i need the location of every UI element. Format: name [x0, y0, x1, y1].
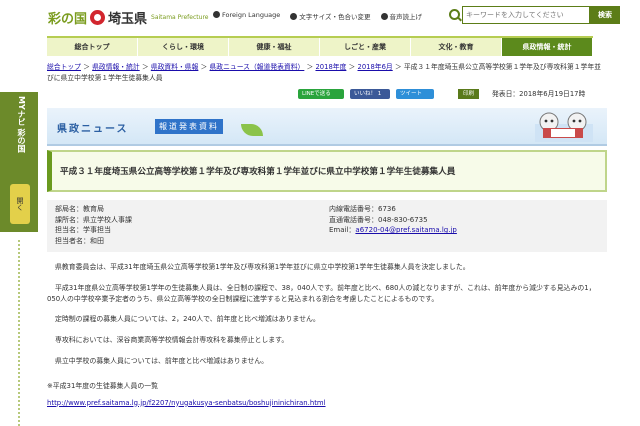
charge: 担当名：学事担当	[55, 226, 111, 234]
paragraph: 定時制の課程の募集人員については、2，240人で、前年度と比べ増減はありません。	[55, 315, 320, 324]
search-box: 検索	[448, 6, 636, 24]
global-nav: 総合トップ くらし・環境 健康・福祉 しごと・産業 文化・教育 県政情報・統計	[47, 36, 593, 56]
breadcrumb: 総合トップ ＞ 県政情報・統計 ＞ 県政資料・県報 ＞ 県政ニュース（報道発表資…	[47, 63, 601, 82]
crumb-top[interactable]: 総合トップ	[47, 63, 81, 71]
leaf-icon	[241, 124, 263, 136]
email-row: Email：a6720-04@pref.saitama.lg.jp	[329, 226, 457, 234]
tweet-button[interactable]: ツイート	[396, 89, 434, 99]
foreign-language-link[interactable]: Foreign Language	[213, 11, 280, 21]
divider	[18, 240, 21, 426]
read-aloud-link[interactable]: 音声読上げ	[380, 11, 422, 21]
mascot-illustration	[535, 112, 593, 142]
site-logo[interactable]: 彩の国 埼玉県 Saitama Prefecture	[48, 8, 208, 27]
paragraph: 平成31年度県公立高等学校第1学年の生徒募集人員は、全日制の課程で、38，040…	[47, 283, 596, 303]
crumb-month[interactable]: 2018年6月	[358, 63, 393, 71]
myNavi-label: MYナビ 彩の国	[17, 96, 26, 153]
publish-date: 発表日：2018年6月19日17時	[492, 90, 586, 98]
nav-culture[interactable]: 文化・教育	[411, 38, 502, 56]
like-button[interactable]: いいね！ 1	[350, 89, 390, 99]
section: 課所名：県立学校人事課	[55, 215, 132, 224]
nav-government[interactable]: 県政情報・統計	[502, 38, 593, 56]
nav-health[interactable]: 健康・福祉	[229, 38, 320, 56]
font-size-color-link[interactable]: 文字サイズ・色合い変更	[290, 11, 371, 21]
article-title-box: 平成３１年度埼玉県公立高等学校第１学年及び専攻科第１学年並びに県立中学校第１学年…	[47, 150, 607, 192]
crumb-year[interactable]: 2018年度	[315, 63, 346, 71]
nav-work[interactable]: しごと・産業	[320, 38, 411, 56]
paragraph: 専攻科においては、深谷商業高等学校情報会計専攻科を募集停止とします。	[55, 336, 289, 345]
text-size-icon	[290, 13, 298, 20]
news-banner: 県政ニュース 報道発表資料	[47, 108, 607, 146]
header-links: Foreign Language 文字サイズ・色合い変更 音声読上げ	[213, 11, 422, 21]
paragraph: 県教育委員会は、平成31年度埼玉県公立高等学校第1学年及び専攻科第1学年並びに県…	[55, 263, 470, 271]
contact-col-right: 内線電話番号：6736 直通電話番号：048-830-6735 Email：a6…	[329, 204, 457, 236]
search-input[interactable]	[462, 6, 590, 24]
person: 担当者名：和田	[55, 236, 104, 245]
contact-col-left: 部局名：教育局 課所名：県立学校人事課 担当名：学事担当 担当者名：和田	[55, 204, 132, 246]
header: 彩の国 埼玉県 Saitama Prefecture Foreign Langu…	[38, 0, 640, 34]
search-button[interactable]: 検索	[590, 6, 620, 24]
contact-info: 部局名：教育局 課所名：県立学校人事課 担当名：学事担当 担当者名：和田 内線電…	[47, 200, 607, 252]
dept: 部局名：教育局	[55, 205, 104, 213]
email-link[interactable]: a6720-04@pref.saitama.lg.jp	[355, 226, 456, 234]
page-title: 平成３１年度埼玉県公立高等学校第１学年及び専攻科第１学年並びに県立中学校第１学年…	[60, 167, 456, 177]
logo-ken: 埼玉県	[108, 12, 148, 27]
ext-phone: 内線電話番号：6736	[329, 205, 396, 213]
list-note: ※平成31年度の生徒募集人員の一覧	[47, 381, 159, 390]
print-button[interactable]: 印刷	[458, 89, 480, 99]
direct-phone: 直通電話番号：048-830-6735	[329, 215, 428, 224]
banner-title: 県政ニュース	[57, 124, 129, 135]
globe-icon	[213, 11, 220, 18]
share-buttons: LINEで送る いいね！ 1 ツイート	[298, 89, 434, 99]
nav-life[interactable]: くらし・環境	[138, 38, 229, 56]
search-icon	[448, 6, 462, 24]
nav-top[interactable]: 総合トップ	[47, 38, 138, 56]
paragraph: 県立中学校の募集人員については、前年度と比べ増減はありません。	[55, 356, 269, 365]
logo-en: Saitama Prefecture	[151, 14, 209, 21]
prefecture-mark-icon	[90, 10, 106, 25]
banner-subtitle: 報道発表資料	[155, 119, 223, 134]
open-button[interactable]: 開く	[10, 184, 30, 224]
crumb-gov[interactable]: 県政情報・統計	[92, 63, 140, 71]
list-link[interactable]: http://www.pref.saitama.lg.jp/f2207/nyug…	[47, 399, 326, 407]
article-body: 県教育委員会は、平成31年度埼玉県公立高等学校第1学年及び専攻科第1学年並びに県…	[47, 262, 607, 408]
side-tab: MYナビ 彩の国 開く	[0, 0, 38, 426]
speaker-icon	[380, 13, 388, 20]
line-share-button[interactable]: LINEで送る	[298, 89, 344, 99]
crumb-news[interactable]: 県政ニュース（報道発表資料）	[210, 63, 305, 71]
logo-kuni: 彩の国	[48, 12, 88, 27]
crumb-docs[interactable]: 県政資料・県報	[151, 63, 199, 71]
